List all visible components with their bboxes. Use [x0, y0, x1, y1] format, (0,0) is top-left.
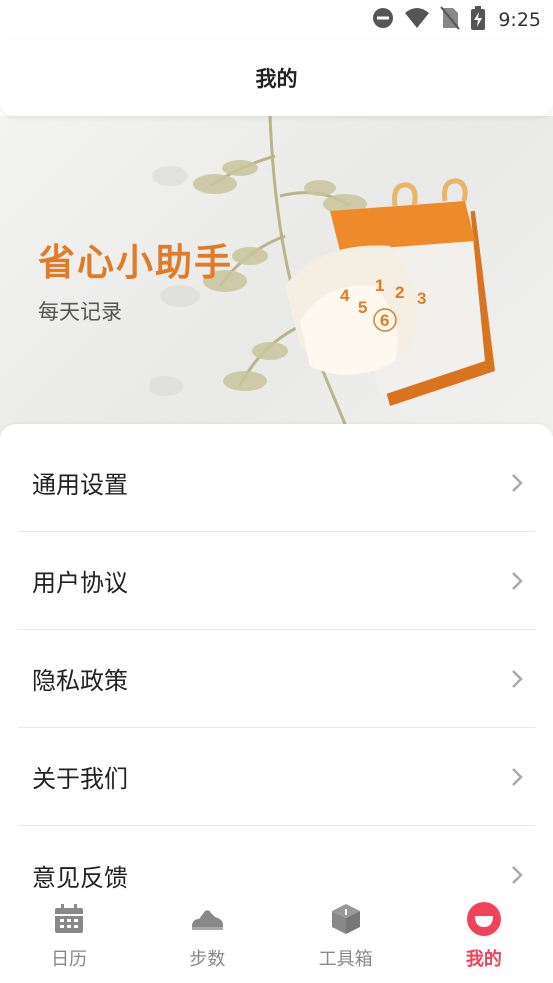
do-not-disturb-icon	[372, 7, 394, 33]
page-header: 我的	[0, 40, 553, 116]
chevron-right-icon	[512, 866, 523, 884]
banner-headline: 省心小助手	[38, 241, 233, 284]
menu-item-label: 用户协议	[32, 569, 128, 597]
calendar-digit-3: 3	[417, 289, 426, 308]
hero-banner: 1 2 3 4 5 6 省心小助手 每天记录	[0, 116, 553, 436]
tab-label: 步数	[189, 949, 226, 970]
chevron-right-icon	[512, 571, 523, 590]
toolbox-icon	[331, 904, 360, 934]
calendar-digit-5: 5	[358, 298, 367, 317]
settings-menu: 通用设置 用户协议 隐私政策 关于我们 意见反馈	[0, 424, 553, 894]
menu-item-user-agreement[interactable]: 用户协议	[18, 532, 535, 630]
shoe-icon	[192, 910, 224, 930]
menu-item-label: 通用设置	[32, 471, 128, 499]
status-bar: 9:25	[0, 0, 553, 40]
calendar-illustration: 1 2 3 4 5 6	[285, 178, 495, 406]
tab-profile[interactable]: 我的	[415, 893, 553, 983]
banner-subline: 每天记录	[38, 300, 122, 324]
battery-charging-icon	[470, 6, 486, 34]
calendar-digit-4: 4	[340, 286, 350, 305]
tab-label: 工具箱	[318, 949, 373, 970]
tab-label: 我的	[465, 949, 502, 970]
menu-item-privacy-policy[interactable]: 隐私政策	[18, 630, 535, 728]
menu-item-about-us[interactable]: 关于我们	[18, 728, 535, 826]
wifi-icon	[404, 7, 430, 33]
page-title: 我的	[255, 67, 298, 91]
calendar-digit-2: 2	[395, 283, 404, 302]
no-sim-icon	[440, 6, 461, 34]
clock-time: 9:25	[498, 9, 541, 31]
chevron-right-icon	[512, 669, 523, 688]
tab-toolbox[interactable]: 工具箱	[277, 893, 415, 983]
bottom-tab-bar: 日历 步数 工具箱 我的	[0, 893, 553, 983]
profile-icon	[466, 902, 501, 936]
menu-item-label: 意见反馈	[32, 863, 128, 892]
calendar-digit-1: 1	[375, 276, 384, 295]
tab-label: 日历	[51, 949, 88, 970]
chevron-right-icon	[512, 473, 523, 492]
tab-steps[interactable]: 步数	[138, 893, 276, 983]
chevron-right-icon	[512, 767, 523, 786]
menu-item-general-settings[interactable]: 通用设置	[18, 434, 535, 532]
tab-calendar[interactable]: 日历	[0, 893, 138, 983]
menu-item-label: 关于我们	[32, 765, 128, 793]
calendar-icon	[55, 904, 84, 933]
calendar-digit-6: 6	[380, 311, 389, 330]
menu-item-label: 隐私政策	[32, 667, 128, 695]
